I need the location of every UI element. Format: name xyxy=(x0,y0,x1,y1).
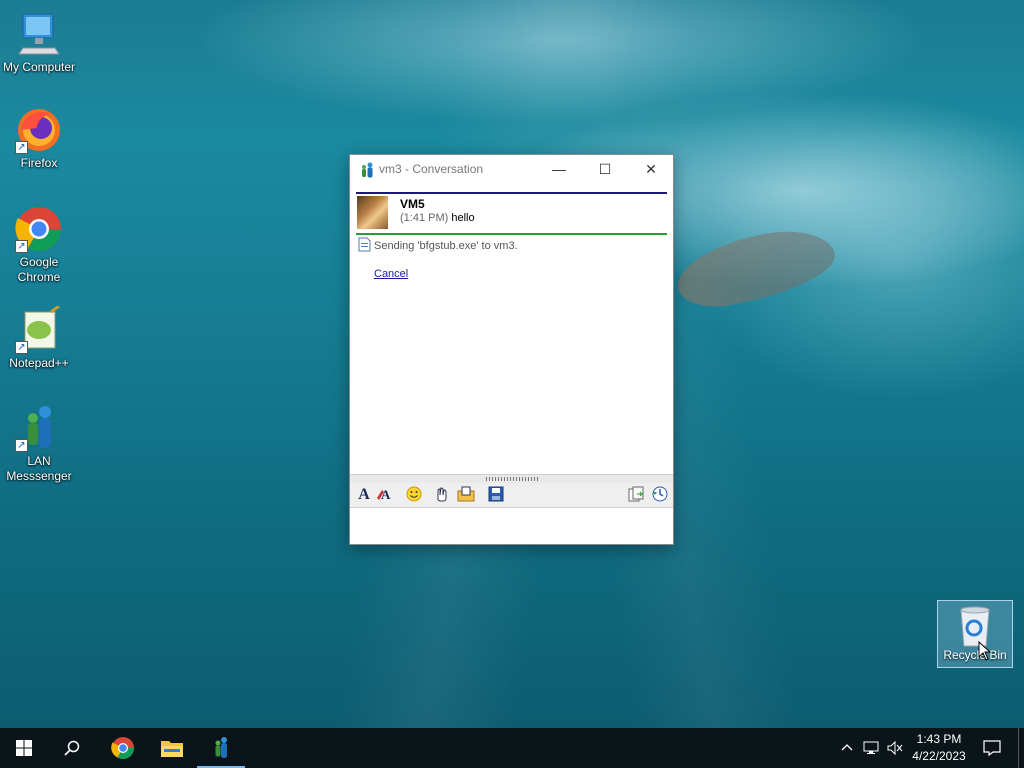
folder-icon xyxy=(161,741,183,757)
volume-tray-button[interactable] xyxy=(884,728,906,768)
minimize-button[interactable]: — xyxy=(536,155,582,184)
file-transfer-text: Sending 'bfgstub.exe' to vm3. xyxy=(374,240,518,252)
font-icon[interactable]: A xyxy=(354,486,374,504)
search-icon xyxy=(64,740,80,756)
file-document-icon xyxy=(358,237,371,252)
save-icon[interactable] xyxy=(486,486,506,504)
show-hidden-icons-button[interactable] xyxy=(838,728,856,768)
history-icon[interactable] xyxy=(650,486,670,504)
wallpaper-fin xyxy=(671,222,841,314)
desktop-icon-label: Notepad++ xyxy=(9,356,69,370)
desktop-icon-label: LAN Messsenger xyxy=(6,454,72,483)
lan-messenger-icon xyxy=(215,737,227,758)
network-icon xyxy=(863,741,879,754)
message-input[interactable] xyxy=(350,508,673,544)
messenger-app-icon xyxy=(359,162,375,178)
message-text: hello xyxy=(451,212,475,224)
message-time: (1:41 PM) xyxy=(400,212,449,224)
desktop-icon-label: My Computer xyxy=(2,60,76,74)
desktop-icon-firefox[interactable]: ↗ Firefox xyxy=(0,106,78,171)
message-bottom-rule xyxy=(356,233,667,235)
taskbar-clock[interactable]: 1:43 PM 4/22/2023 xyxy=(904,731,974,765)
computer-icon xyxy=(15,10,63,58)
shortcut-arrow-icon: ↗ xyxy=(15,439,28,452)
desktop-icon-label: Google Chrome xyxy=(17,255,61,284)
desktop-icon-label: Firefox xyxy=(20,156,58,170)
taskbar-chrome[interactable] xyxy=(99,728,147,768)
search-button[interactable] xyxy=(48,728,96,768)
window-titlebar[interactable]: vm3 - Conversation — ☐ ✕ xyxy=(350,155,673,184)
smiley-icon[interactable] xyxy=(404,486,424,504)
shortcut-arrow-icon: ↗ xyxy=(15,341,28,354)
pane-splitter[interactable] xyxy=(350,474,673,483)
conversation-window: vm3 - Conversation — ☐ ✕ VM5 (1:41 PM) h… xyxy=(349,154,674,545)
message-top-rule xyxy=(356,192,667,194)
desktop-icon-lan-messenger[interactable]: ↗ LAN Messsenger xyxy=(0,404,78,484)
desktop-icon-chrome[interactable]: ↗ Google Chrome xyxy=(0,205,78,285)
firefox-icon: ↗ xyxy=(15,106,63,154)
recycle-bin-label: Recycle Bin xyxy=(943,648,1007,662)
desktop-icon-recycle-bin[interactable]: Recycle Bin xyxy=(937,600,1013,668)
volume-muted-icon xyxy=(887,740,903,756)
message-toolbar: A A xyxy=(350,483,673,508)
chrome-icon xyxy=(111,737,134,759)
copy-icon[interactable] xyxy=(626,486,646,504)
shortcut-arrow-icon: ↗ xyxy=(15,240,28,253)
chevron-up-icon xyxy=(841,744,853,751)
mouse-cursor-icon xyxy=(978,641,992,661)
clock-date: 4/22/2023 xyxy=(912,749,966,763)
notification-icon xyxy=(983,740,1001,756)
message-line: (1:41 PM) hello xyxy=(400,212,475,224)
network-tray-button[interactable] xyxy=(860,728,882,768)
start-button[interactable] xyxy=(0,728,48,768)
nudge-icon[interactable] xyxy=(432,486,452,504)
notepadpp-icon: ↗ xyxy=(15,304,63,354)
shortcut-arrow-icon: ↗ xyxy=(15,141,28,154)
close-button[interactable]: ✕ xyxy=(628,155,674,184)
conversation-history[interactable]: VM5 (1:41 PM) hello Sending 'bfgstub.exe… xyxy=(350,184,673,474)
window-title: vm3 - Conversation xyxy=(379,162,484,176)
show-desktop-button[interactable] xyxy=(1018,728,1024,768)
send-file-icon[interactable] xyxy=(456,486,476,504)
message-sender: VM5 xyxy=(400,197,425,211)
taskbar-file-explorer[interactable] xyxy=(148,728,196,768)
message-input-area[interactable] xyxy=(350,508,673,544)
font-color-icon[interactable]: A xyxy=(375,486,395,504)
taskbar: 1:43 PM 4/22/2023 xyxy=(0,728,1024,768)
sender-avatar xyxy=(357,196,388,229)
desktop-icon-notepadpp[interactable]: ↗ Notepad++ xyxy=(0,304,78,371)
lan-messenger-icon: ↗ xyxy=(15,404,63,452)
taskbar-lan-messenger[interactable] xyxy=(197,728,245,768)
file-transfer-status: Sending 'bfgstub.exe' to vm3. xyxy=(358,237,518,252)
svg-text:A: A xyxy=(381,487,391,502)
clock-time: 1:43 PM xyxy=(916,732,962,746)
chrome-icon: ↗ xyxy=(15,205,63,253)
action-center-button[interactable] xyxy=(978,728,1006,768)
maximize-button[interactable]: ☐ xyxy=(582,155,628,184)
windows-logo-icon xyxy=(16,740,32,756)
splitter-grip[interactable] xyxy=(486,477,540,481)
desktop-icon-my-computer[interactable]: My Computer xyxy=(0,10,78,75)
cancel-transfer-link[interactable]: Cancel xyxy=(374,268,408,280)
